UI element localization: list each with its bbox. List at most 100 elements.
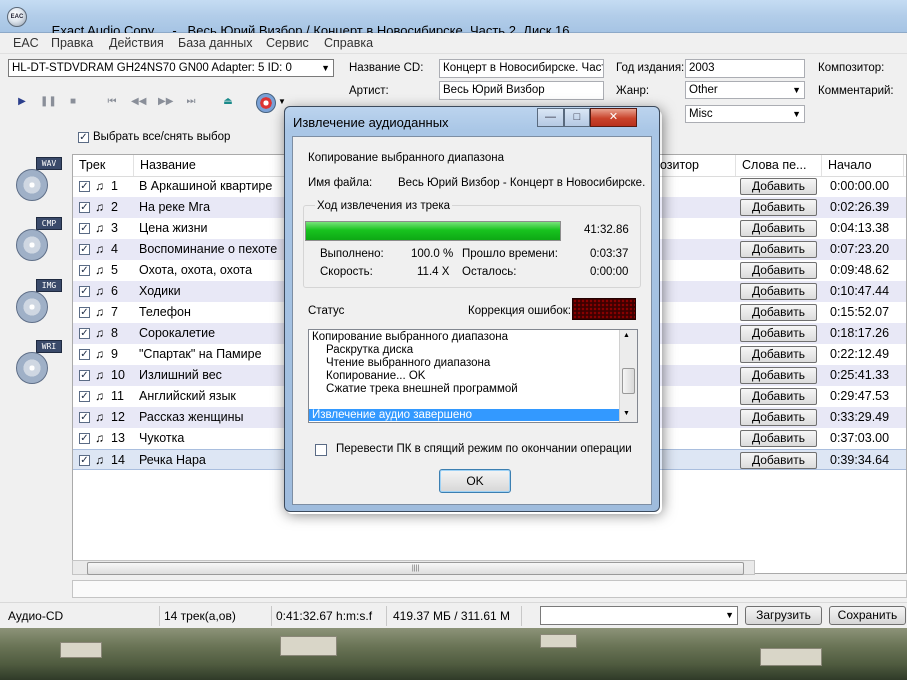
sleep-checkbox[interactable]	[315, 444, 327, 456]
status-mode: Аудио-CD	[4, 606, 160, 626]
next-track-button[interactable]: ▶▶	[158, 96, 173, 108]
column-track[interactable]: Трек	[73, 155, 134, 176]
genre-misc-select[interactable]: Misc ▼	[685, 105, 805, 123]
column-lyrics[interactable]: Слова пе...	[736, 155, 822, 176]
menu-actions[interactable]: Действия	[109, 36, 164, 50]
track-checkbox[interactable]: ✓	[79, 391, 90, 402]
track-checkbox[interactable]: ✓	[79, 328, 90, 339]
add-lyrics-button[interactable]: Добавить	[740, 220, 817, 237]
load-button[interactable]: Загрузить	[745, 606, 822, 625]
eject-button[interactable]: ⏏	[221, 96, 235, 108]
track-checkbox[interactable]: ✓	[79, 181, 90, 192]
column-composer[interactable]: озитор	[654, 155, 736, 176]
track-checkbox[interactable]: ✓	[79, 412, 90, 423]
track-checkbox[interactable]: ✓	[79, 223, 90, 234]
stop-button[interactable]: ■	[66, 96, 80, 108]
status-log[interactable]: Копирование выбранного диапазона Раскрут…	[308, 329, 638, 423]
track-title: Сорокалетие	[139, 326, 216, 340]
first-track-button[interactable]: ⏮	[105, 96, 119, 108]
add-lyrics-button[interactable]: Добавить	[740, 199, 817, 216]
add-lyrics-button[interactable]: Добавить	[740, 304, 817, 321]
sidebar-img-button[interactable]: IMG	[12, 277, 62, 327]
desktop-background	[0, 628, 907, 680]
cd-name-field[interactable]: Концерт в Новосибирске. Част	[439, 59, 604, 78]
track-title: Рассказ женщины	[139, 410, 244, 424]
minimize-button[interactable]: —	[537, 108, 564, 127]
music-note-icon: ♫	[95, 389, 104, 403]
track-checkbox[interactable]: ✓	[79, 455, 90, 466]
progress-fill	[306, 222, 560, 240]
add-lyrics-button[interactable]: Добавить	[740, 430, 817, 447]
add-lyrics-button[interactable]: Добавить	[740, 262, 817, 279]
log-line: Копирование выбранного диапазона	[312, 331, 508, 343]
cmp-tag: CMP	[36, 217, 62, 230]
scroll-up-icon[interactable]: ▲	[623, 332, 630, 339]
music-note-icon: ♫	[95, 200, 104, 214]
add-lyrics-button[interactable]: Добавить	[740, 283, 817, 300]
sleep-label: Перевести ПК в спящий режим по окончании…	[336, 443, 632, 455]
elapsed-label: Прошло времени:	[462, 248, 558, 260]
chevron-down-icon[interactable]: ▼	[278, 97, 286, 106]
log-scrollbar[interactable]: ▲ ▼	[619, 330, 637, 422]
track-start: 0:29:47.53	[830, 389, 890, 403]
track-number: 12	[111, 410, 125, 424]
sidebar-wav-button[interactable]: WAV	[12, 155, 62, 205]
ok-button[interactable]: OK	[439, 469, 511, 493]
last-track-button[interactable]: ⏭	[184, 96, 198, 108]
status-select[interactable]: ▼	[540, 606, 738, 625]
scroll-down-icon[interactable]: ▼	[623, 410, 630, 417]
progress-time: 41:32.86	[584, 224, 629, 236]
add-lyrics-button[interactable]: Добавить	[740, 409, 817, 426]
add-lyrics-button[interactable]: Добавить	[740, 388, 817, 405]
track-checkbox[interactable]: ✓	[79, 265, 90, 276]
menu-database[interactable]: База данных	[178, 36, 252, 50]
menu-help[interactable]: Справка	[324, 36, 373, 50]
track-title: Цена жизни	[139, 221, 208, 235]
scroll-thumb[interactable]: ||||	[87, 562, 744, 575]
drive-select[interactable]: HL-DT-STDVDRAM GH24NS70 GN00 Adapter: 5 …	[8, 59, 334, 77]
menu-edit[interactable]: Правка	[51, 36, 93, 50]
add-lyrics-button[interactable]: Добавить	[740, 178, 817, 195]
scroll-thumb[interactable]	[622, 368, 635, 394]
error-correction-indicator	[572, 298, 636, 320]
column-start[interactable]: Начало	[822, 155, 904, 176]
chevron-down-icon: ▼	[725, 610, 734, 620]
close-button[interactable]: ✕	[590, 108, 637, 127]
sidebar-cmp-button[interactable]: CMP	[12, 215, 62, 265]
add-lyrics-button[interactable]: Добавить	[740, 346, 817, 363]
maximize-button[interactable]: □	[564, 108, 590, 127]
artist-field[interactable]: Весь Юрий Визбор	[439, 81, 604, 100]
add-lyrics-button[interactable]: Добавить	[740, 325, 817, 342]
track-checkbox[interactable]: ✓	[79, 307, 90, 318]
track-checkbox[interactable]: ✓	[79, 244, 90, 255]
select-all-checkbox[interactable]: ✓	[78, 132, 89, 143]
menu-service[interactable]: Сервис	[266, 36, 309, 50]
track-checkbox[interactable]: ✓	[79, 349, 90, 360]
horizontal-scrollbar[interactable]: ||||	[72, 560, 755, 575]
music-note-icon: ♫	[95, 242, 104, 256]
disc-tool-icon[interactable]	[256, 93, 276, 113]
track-checkbox[interactable]: ✓	[79, 202, 90, 213]
prev-track-button[interactable]: ◀◀	[131, 96, 146, 108]
genre-select[interactable]: Other ▼	[685, 81, 805, 99]
pause-button[interactable]: ❚❚	[40, 96, 57, 108]
select-all-label: Выбрать все/снять выбор	[93, 131, 231, 143]
track-number: 11	[111, 389, 124, 403]
track-checkbox[interactable]: ✓	[79, 286, 90, 297]
wav-tag: WAV	[36, 157, 62, 170]
status-bar: Аудио-CD 14 трек(а,ов) 0:41:32.67 h:m:s.…	[0, 602, 907, 628]
track-checkbox[interactable]: ✓	[79, 370, 90, 381]
track-number: 6	[111, 284, 118, 298]
play-button[interactable]: ▶	[15, 96, 29, 108]
log-line: Сжатие трека внешней программой	[326, 383, 518, 395]
add-lyrics-button[interactable]: Добавить	[740, 241, 817, 258]
add-lyrics-button[interactable]: Добавить	[740, 452, 817, 469]
save-button[interactable]: Сохранить	[829, 606, 906, 625]
menu-eac[interactable]: EAC	[13, 36, 39, 50]
log-line: Чтение выбранного диапазона	[326, 357, 491, 369]
add-lyrics-button[interactable]: Добавить	[740, 367, 817, 384]
track-checkbox[interactable]: ✓	[79, 433, 90, 444]
track-title: На реке Мга	[139, 200, 211, 214]
year-field[interactable]: 2003	[685, 59, 805, 78]
sidebar-wri-button[interactable]: WRI	[12, 338, 62, 388]
